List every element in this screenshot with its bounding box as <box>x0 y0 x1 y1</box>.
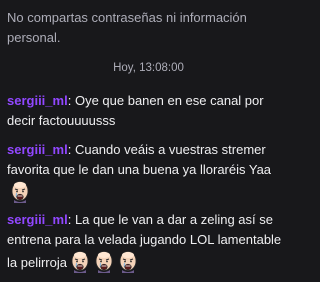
chat-panel: No compartas contraseñas ni información … <box>0 0 297 282</box>
chat-message: sergiii_ml: Oye que banen en ese canal p… <box>7 91 291 131</box>
crying-face-emote[interactable] <box>9 180 31 204</box>
chat-notice: No compartas contraseñas ni información … <box>7 10 247 45</box>
chat-timestamp: Hoy, 13:08:00 <box>113 62 184 74</box>
crying-face-emote[interactable] <box>69 250 91 274</box>
chat-username[interactable]: sergiii_ml <box>7 93 68 108</box>
chat-message: sergiii_ml: La que le van a dar a zeling… <box>7 210 291 274</box>
chat-message: sergiii_ml: Cuando veáis a vuestras stre… <box>7 140 291 204</box>
crying-face-emote[interactable] <box>93 250 115 274</box>
chat-separator: : <box>67 142 72 157</box>
chat-username[interactable]: sergiii_ml <box>7 212 68 227</box>
crying-face-emote[interactable] <box>117 250 139 274</box>
chat-separator: : <box>67 93 72 108</box>
chat-separator: : <box>67 212 72 227</box>
chat-username[interactable]: sergiii_ml <box>7 142 68 157</box>
